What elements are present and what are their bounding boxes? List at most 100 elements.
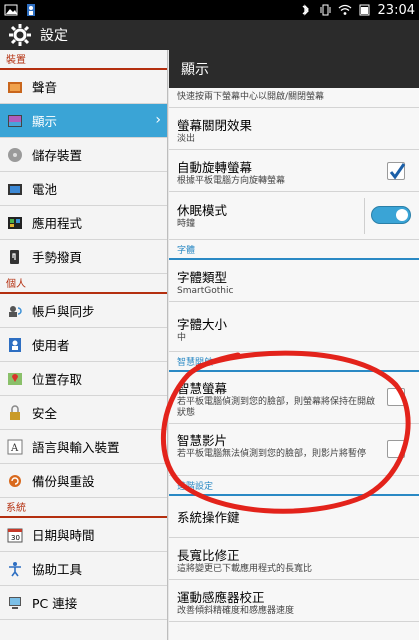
accounts-icon [6,302,24,320]
left-item-label: 使用者 [32,338,70,353]
left-item-datetime[interactable]: 30 日期與時間 [0,518,167,552]
accessibility-icon [6,560,24,578]
section-advanced: 進階設定 [169,476,419,496]
daydream-toggle[interactable] [371,206,411,224]
left-item-battery[interactable]: 電池 [0,172,167,206]
left-item-label: 備份與重設 [32,474,95,489]
setting-title: 系統操作鍵 [177,510,240,525]
status-bar: 23:04 [0,0,419,20]
left-item-users[interactable]: 使用者 [0,328,167,362]
setting-title: 字體大小 [177,317,228,332]
font-type-row[interactable]: 字體類型 SmartGothic [169,260,419,302]
left-item-label: 儲存裝置 [32,148,83,163]
setting-title: 智慧螢幕 [177,381,228,396]
storage-icon [6,146,24,164]
setting-title: 長寬比修正 [177,548,240,563]
page-title: 設定 [40,28,68,44]
left-item-language[interactable]: A 語言與輸入裝置 [0,430,167,464]
left-item-accounts[interactable]: 帳戶與同步 [0,294,167,328]
left-item-backup[interactable]: 備份與重設 [0,464,167,498]
wifi-icon [338,4,351,15]
left-item-gesture[interactable]: 手勢撥頁 [0,240,167,274]
left-item-label: 聲音 [32,80,58,95]
setting-title: 螢幕關閉效果 [177,118,253,133]
left-item-label: PC 連接 [32,596,78,611]
left-item-display[interactable]: 顯示 › [0,104,167,138]
setting-title: 智慧影片 [177,433,228,448]
left-item-sound[interactable]: 聲音 [0,70,167,104]
setting-summary: 這將變更已下載應用程式的長寬比 [177,564,313,574]
settings-gear-icon[interactable] [8,23,32,47]
checkmark-icon [389,163,406,180]
left-item-label: 日期與時間 [32,528,95,543]
setting-summary: SmartGothic [177,286,234,296]
toggle-knob [396,209,408,221]
left-item-label: 電池 [32,182,58,197]
left-item-storage[interactable]: 儲存裝置 [0,138,167,172]
screen-off-effect-row[interactable]: 螢幕關閉效果 淡出 [169,108,419,150]
person-notification-icon [27,4,35,16]
battery-status-icon [359,4,370,16]
setting-summary: 若平板電腦無法偵測到您的臉部，則影片將暫停 [177,449,367,459]
setting-summary: 根據平板電腦方向旋轉螢幕 [177,176,286,186]
lock-icon [6,404,24,422]
left-item-label: 應用程式 [32,216,83,231]
row-divider [364,198,365,234]
gallery-icon [4,4,18,16]
battery-icon [6,180,24,198]
settings-category-list[interactable]: 裝置 聲音 顯示 › 儲存裝置 電池 應用程式 手勢撥頁 個人 帳戶與同步 使用… [0,50,168,640]
smart-video-row[interactable]: 智慧影片 若平板電腦無法偵測到您的臉部，則影片將暫停 [169,424,419,476]
clock: 23:04 [377,2,415,18]
left-item-apps[interactable]: 應用程式 [0,206,167,240]
aspect-ratio-row[interactable]: 長寬比修正 這將變更已下載應用程式的長寬比 [169,538,419,580]
smart-screen-row[interactable]: 智慧螢幕 若平板電腦偵測到您的臉部，則螢幕將保持在開啟狀態 [169,372,419,424]
svg-text:30: 30 [11,534,20,542]
action-bar: 設定 [0,20,419,50]
sound-icon [6,78,24,96]
left-item-label: 協助工具 [32,562,83,577]
display-icon [6,112,24,130]
left-item-accessibility[interactable]: 協助工具 [0,552,167,586]
left-item-security[interactable]: 安全 [0,396,167,430]
display-settings-panel[interactable]: 顯示 快速按兩下螢幕中心以開啟/關閉螢幕 螢幕關閉效果 淡出 自動旋轉螢幕 根據… [169,50,419,640]
left-item-label: 手勢撥頁 [32,250,83,265]
auto-rotate-row[interactable]: 自動旋轉螢幕 根據平板電腦方向旋轉螢幕 [169,150,419,192]
motion-sensor-row[interactable]: 運動感應器校正 改善傾斜精確度和感應器速度 [169,580,419,622]
section-font: 字體 [169,240,419,260]
section-smart-on: 智慧開啟 [169,352,419,372]
smart-screen-checkbox[interactable] [387,388,405,406]
left-item-location[interactable]: 位置存取 [0,362,167,396]
setting-title: 運動感應器校正 [177,590,265,605]
section-personal: 個人 [0,274,167,294]
double-tap-hint-row[interactable]: 快速按兩下螢幕中心以開啟/關閉螢幕 [169,88,419,108]
auto-rotate-checkbox[interactable] [387,162,406,180]
chevron-right-icon: › [155,112,161,128]
gesture-icon [6,248,24,266]
setting-title: 自動旋轉螢幕 [177,160,253,175]
left-item-label: 位置存取 [32,372,83,387]
vibrate-icon [320,4,331,16]
section-system: 系統 [0,498,167,518]
setting-title: 字體類型 [177,270,228,285]
left-item-label: 語言與輸入裝置 [32,440,120,455]
smart-video-checkbox[interactable] [387,440,405,458]
calendar-icon: 30 [6,526,24,544]
left-item-label: 安全 [32,406,58,421]
bluetooth-icon [302,4,309,16]
location-icon [6,370,24,388]
backup-icon [6,472,24,490]
font-size-row[interactable]: 字體大小 中 [169,302,419,352]
system-keys-row[interactable]: 系統操作鍵 [169,496,419,538]
double-tap-hint: 快速按兩下螢幕中心以開啟/關閉螢幕 [177,92,325,102]
setting-summary: 若平板電腦偵測到您的臉部，則螢幕將保持在開啟狀態 [177,397,376,418]
setting-summary: 淡出 [177,134,196,144]
apps-icon [6,214,24,232]
section-device: 裝置 [0,50,167,70]
left-item-pc-connect[interactable]: PC 連接 [0,586,167,620]
daydream-row[interactable]: 休眠模式 時鐘 [169,192,419,240]
left-item-label: 帳戶與同步 [32,304,95,319]
user-icon [6,336,24,354]
svg-text:A: A [10,443,19,454]
setting-summary: 中 [177,333,187,343]
setting-summary: 改善傾斜精確度和感應器速度 [177,606,295,616]
